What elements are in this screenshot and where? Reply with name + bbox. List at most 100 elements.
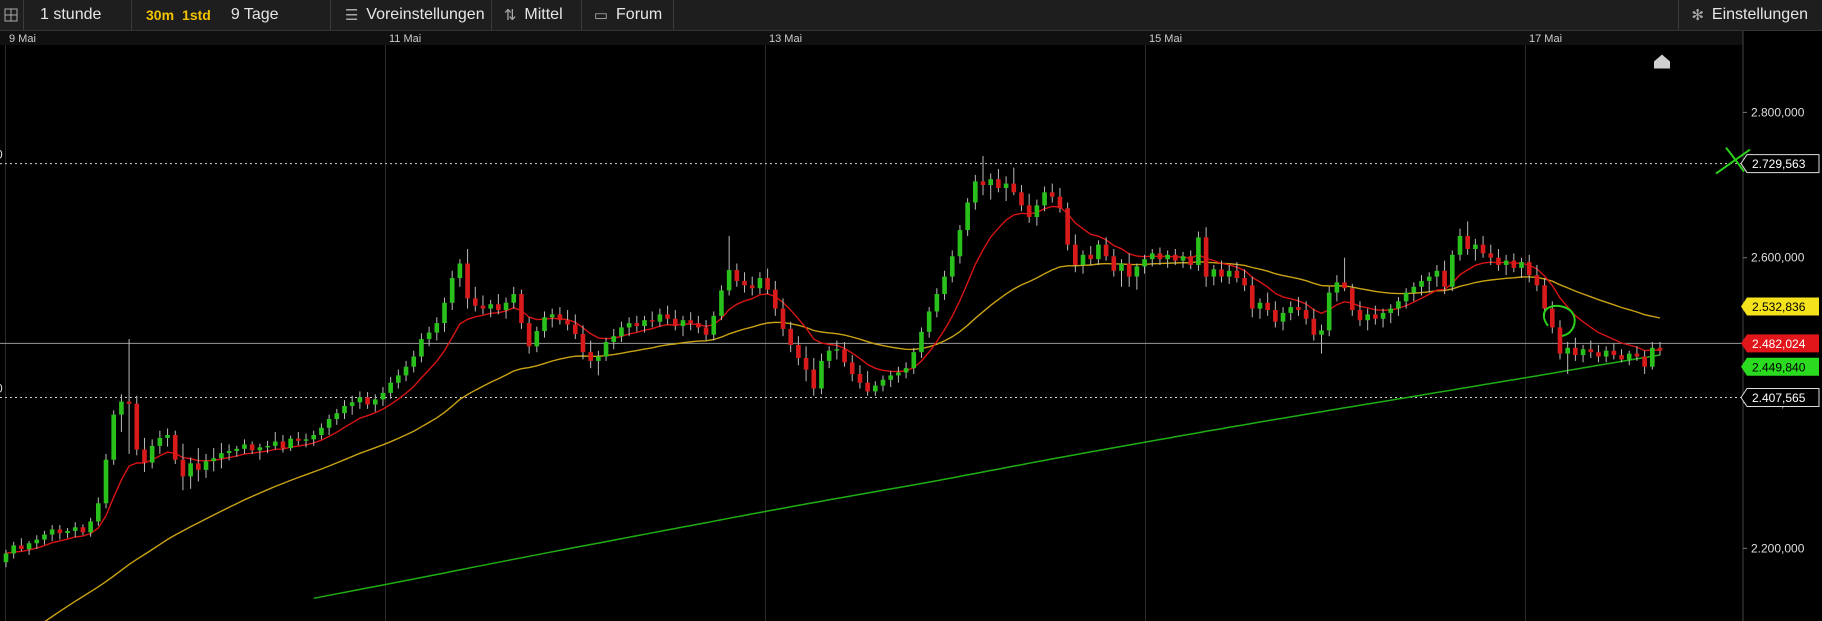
candle bbox=[1165, 250, 1170, 268]
candle bbox=[1273, 301, 1278, 328]
candle bbox=[1257, 298, 1263, 319]
candle bbox=[396, 369, 401, 389]
candle-body bbox=[557, 314, 563, 321]
candle-body bbox=[542, 317, 547, 332]
candle bbox=[996, 169, 1001, 193]
candle-body bbox=[649, 320, 655, 322]
presets-button[interactable]: ☰ Voreinstellungen bbox=[331, 0, 492, 30]
candle-body bbox=[1480, 244, 1486, 254]
candle bbox=[634, 315, 640, 332]
grid-icon[interactable] bbox=[0, 0, 24, 30]
candle bbox=[11, 541, 17, 559]
candle-body bbox=[572, 324, 578, 334]
candle-body bbox=[1088, 254, 1094, 260]
candle bbox=[603, 337, 609, 361]
candle-body bbox=[1596, 352, 1601, 357]
ma-short-line bbox=[5, 205, 1661, 555]
candle bbox=[72, 522, 78, 538]
candle bbox=[572, 314, 578, 340]
candle-body bbox=[511, 294, 517, 303]
candle bbox=[1096, 240, 1101, 265]
candle bbox=[1073, 234, 1078, 273]
candle bbox=[911, 347, 917, 374]
candle-body bbox=[1557, 327, 1563, 354]
date-strip bbox=[0, 31, 1743, 45]
candle-body bbox=[680, 320, 686, 327]
forum-button[interactable]: ▭ Forum bbox=[582, 0, 674, 30]
candle bbox=[719, 285, 724, 321]
candle bbox=[1434, 264, 1440, 287]
candle-body bbox=[26, 543, 32, 550]
candle-body bbox=[1419, 280, 1424, 287]
candle bbox=[657, 308, 663, 327]
candle bbox=[1519, 257, 1524, 279]
x-tick-label: 9 Mai bbox=[9, 33, 36, 45]
candle-body bbox=[1311, 318, 1317, 335]
dotted-level-tag-label: 2.729,563 bbox=[1752, 157, 1806, 171]
candle bbox=[672, 310, 678, 331]
candle-body bbox=[1365, 314, 1370, 321]
candle-body bbox=[396, 375, 401, 383]
candle bbox=[1065, 202, 1070, 251]
candle-body bbox=[1411, 286, 1417, 293]
candle-body bbox=[1096, 244, 1101, 260]
candle bbox=[1603, 346, 1609, 363]
dotted-level-tag: 2.407,565 bbox=[1740, 388, 1820, 408]
candle-body bbox=[1619, 355, 1624, 360]
candle bbox=[496, 294, 501, 315]
candle bbox=[1342, 257, 1347, 292]
candle bbox=[757, 272, 763, 295]
price-chart[interactable]: 9 Mai 11 Mai 13 Mai 15 Mai 17 Mai 2.800,000 2… bbox=[0, 31, 1822, 621]
candle-body bbox=[72, 527, 78, 531]
candle bbox=[519, 289, 524, 329]
candle-body bbox=[1603, 350, 1609, 357]
chart-toolbar: 1 stunde 30m 1std 9 Tage ☰ Voreinstellun… bbox=[0, 0, 1822, 31]
candle bbox=[1473, 238, 1478, 261]
candle bbox=[1011, 167, 1017, 196]
candle-body bbox=[1396, 301, 1401, 309]
candle-body bbox=[1303, 310, 1309, 319]
candle-body bbox=[1226, 270, 1232, 277]
candle-body bbox=[157, 437, 163, 446]
candle bbox=[1126, 253, 1132, 287]
interval-select[interactable]: 1 stunde bbox=[24, 0, 132, 30]
candle bbox=[449, 270, 455, 311]
candle-body bbox=[311, 434, 317, 440]
candle-body bbox=[1149, 253, 1155, 260]
candle-body bbox=[903, 368, 909, 373]
candle-body bbox=[488, 304, 493, 309]
candle-body bbox=[272, 441, 278, 446]
candle-body bbox=[426, 332, 432, 340]
candle-body bbox=[796, 344, 801, 358]
interval-1std-button[interactable]: 1std bbox=[178, 0, 215, 30]
candle-body bbox=[849, 362, 855, 374]
range-select[interactable]: 9 Tage bbox=[221, 0, 331, 30]
candle-body bbox=[1057, 196, 1063, 209]
interval-30m-button[interactable]: 30m bbox=[142, 0, 178, 30]
settings-button[interactable]: ✻ Einstellungen bbox=[1678, 0, 1822, 30]
indicators-button[interactable]: ⇅ Mittel bbox=[492, 0, 582, 30]
candle-body bbox=[1357, 310, 1363, 321]
candle bbox=[42, 530, 47, 545]
candle bbox=[388, 376, 393, 399]
presets-label: Voreinstellungen bbox=[366, 6, 485, 23]
candle-body bbox=[496, 304, 501, 311]
candle bbox=[157, 430, 163, 454]
candle bbox=[734, 263, 740, 287]
candle bbox=[557, 307, 563, 325]
candle-body bbox=[1249, 285, 1255, 309]
candle bbox=[696, 315, 701, 334]
candle-body bbox=[772, 289, 778, 309]
candle-body bbox=[1211, 269, 1217, 277]
candle bbox=[1226, 264, 1232, 284]
candle bbox=[1157, 247, 1163, 265]
candle-body bbox=[1573, 347, 1578, 356]
annotations bbox=[1542, 54, 1751, 337]
candle-body bbox=[472, 298, 478, 306]
candle-body bbox=[734, 270, 740, 281]
gear-icon: ✻ bbox=[1691, 7, 1704, 24]
candle bbox=[819, 353, 824, 395]
candle-body bbox=[942, 276, 947, 295]
indicators-label: Mittel bbox=[524, 6, 563, 23]
candle bbox=[296, 432, 301, 446]
